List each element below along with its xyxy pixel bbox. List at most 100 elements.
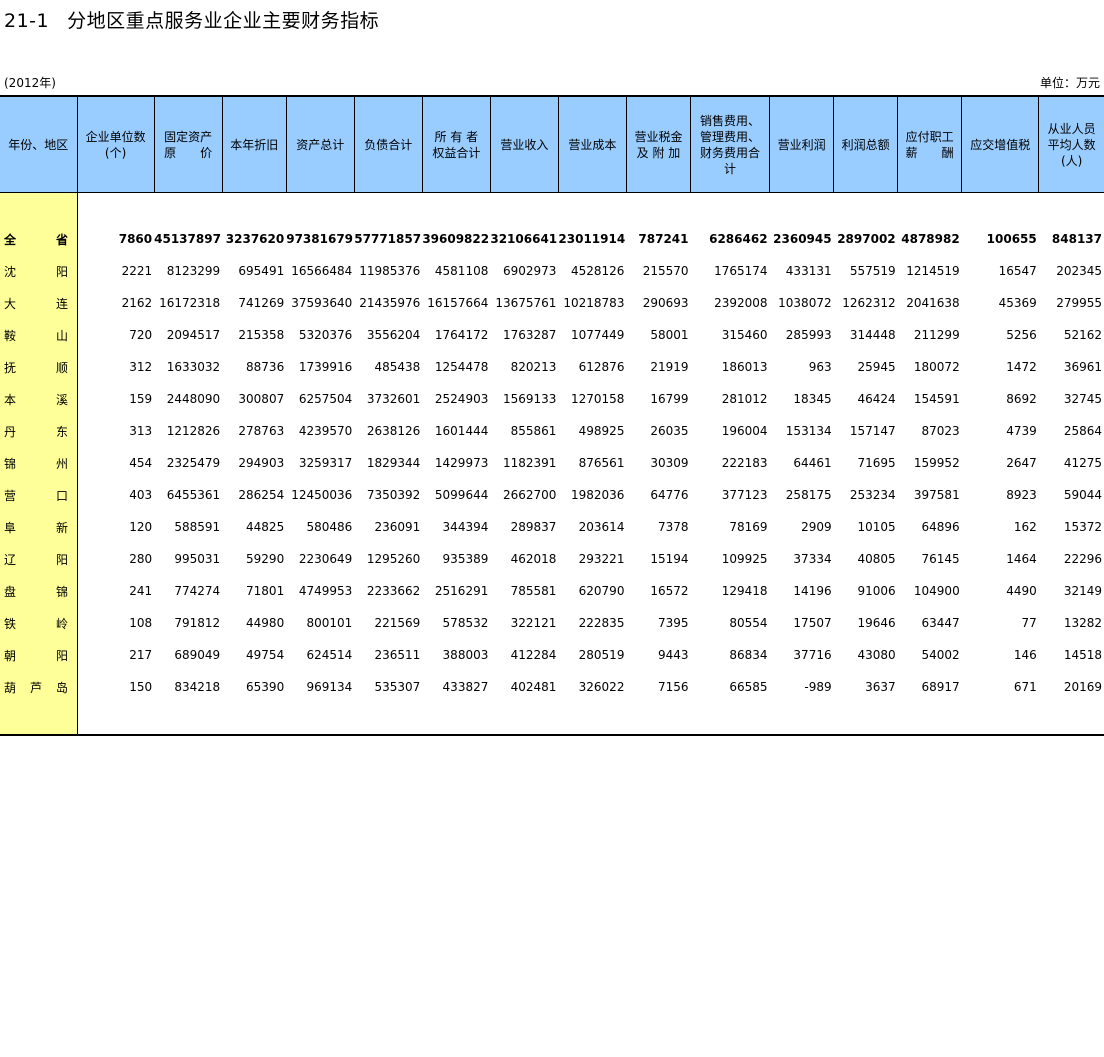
column-header: 企业单位数 (个) [76, 96, 155, 193]
value-cell: 7350392 [366, 488, 421, 502]
value-cell: 624514 [306, 648, 353, 662]
table-row: 大连 2162 16172318 741269 37593640 21435976 1615… [0, 287, 1104, 319]
value-cell: 580486 [306, 520, 353, 534]
column-header-line: 利润总额 [841, 137, 890, 152]
value-cell: 109925 [721, 552, 768, 566]
value-cell: 2909 [801, 520, 832, 534]
value-cell: 236511 [374, 648, 421, 662]
value-cell: 37593640 [291, 296, 353, 310]
value-cell: 2325479 [166, 456, 221, 470]
table-row: 朝阳 217 689049 49754 624514 236511 388003 412284… [0, 639, 1104, 671]
value-cell: 91006 [857, 584, 896, 598]
spacer-cell [898, 703, 962, 735]
spacer-cell [286, 193, 354, 224]
value-cell: 64896 [921, 520, 960, 534]
spacer-cell [354, 193, 422, 224]
value-cell: 196004 [721, 424, 768, 438]
spacer-cell [558, 703, 626, 735]
column-header-line: 原 价 [164, 145, 213, 160]
value-cell: 402481 [510, 680, 557, 694]
value-cell: -989 [804, 680, 832, 694]
column-header: 负债合计 [353, 96, 423, 193]
value-cell: 146 [1013, 648, 1037, 662]
value-cell: 1829344 [366, 456, 421, 470]
spacer-cell [0, 192, 78, 223]
value-cell: 2448090 [166, 392, 221, 406]
value-cell: 774274 [174, 584, 221, 598]
spacer-cell [490, 193, 558, 224]
region-char: 阳 [55, 648, 68, 663]
spacer-cell [286, 703, 354, 735]
value-cell: 15194 [650, 552, 689, 566]
spacer-cell [422, 193, 490, 224]
value-cell: 433131 [785, 264, 832, 278]
value-cell: 25945 [857, 360, 896, 374]
value-cell: 30309 [650, 456, 689, 470]
region-char: 山 [55, 328, 68, 343]
value-cell: 462018 [510, 552, 557, 566]
value-cell: 280519 [578, 648, 625, 662]
value-cell: 2662700 [502, 488, 557, 502]
value-cell: 2392008 [714, 296, 768, 310]
value-cell: 286254 [238, 488, 285, 502]
region-name: 大连 [4, 295, 68, 312]
table-row: 辽阳 280 995031 59290 2230649 1295260 935389 4620… [0, 543, 1104, 575]
region-char: 阳 [55, 552, 68, 567]
region-cell: 大连 [0, 287, 78, 319]
spacer-cell [834, 193, 898, 224]
value-cell: 14196 [793, 584, 832, 598]
column-header-line: 从业人员 [1047, 121, 1096, 136]
spacer-cell [154, 193, 222, 224]
value-cell: 344394 [442, 520, 489, 534]
value-cell: 313 [129, 424, 153, 438]
value-cell: 1982036 [571, 488, 625, 502]
value-cell: 36961 [1063, 360, 1102, 374]
value-cell: 388003 [442, 648, 489, 662]
region-cell: 铁岭 [0, 607, 78, 639]
value-cell: 6257504 [298, 392, 353, 406]
region-char: 沈 [4, 264, 17, 279]
value-cell: 19646 [857, 616, 896, 630]
value-cell: 1472 [1006, 360, 1037, 374]
value-cell: 1077449 [571, 328, 625, 342]
value-cell: 7378 [657, 520, 689, 534]
value-cell: 2162 [121, 296, 153, 310]
value-cell: 203614 [578, 520, 625, 534]
value-cell: 236091 [374, 520, 421, 534]
value-cell: 7395 [657, 616, 689, 630]
value-cell: 820213 [510, 360, 557, 374]
region-name: 本溪 [4, 391, 68, 408]
value-cell: 800101 [306, 616, 353, 630]
value-cell: 620790 [578, 584, 625, 598]
column-header: 资产总计 [285, 96, 355, 193]
value-cell: 13282 [1063, 616, 1102, 630]
value-cell: 45369 [998, 296, 1037, 310]
value-cell: 314448 [849, 328, 896, 342]
value-cell: 21919 [650, 360, 689, 374]
spacer-cell [834, 703, 898, 735]
value-cell: 6286462 [709, 232, 768, 246]
table-row: 沈阳 2221 8123299 695491 16566484 11985376 45811… [0, 255, 1104, 287]
column-header: 年份、地区 [0, 96, 78, 193]
value-cell: 16572 [650, 584, 689, 598]
value-cell: 78169 [729, 520, 768, 534]
column-header: 营业成本 [557, 96, 627, 193]
value-cell: 76145 [921, 552, 960, 566]
column-header: 固定资产原 价 [153, 96, 223, 193]
value-cell: 10218783 [563, 296, 625, 310]
value-cell: 258175 [785, 488, 832, 502]
value-cell: 43080 [857, 648, 896, 662]
spacer-cell [691, 193, 770, 224]
region-char: 锦 [55, 584, 68, 599]
value-cell: 59044 [1063, 488, 1102, 502]
value-cell: 2524903 [434, 392, 489, 406]
region-name: 朝阳 [4, 647, 68, 664]
value-cell: 6455361 [166, 488, 221, 502]
column-header: 营业收入 [489, 96, 559, 193]
value-cell: 87023 [921, 424, 960, 438]
region-char: 葫 [4, 680, 17, 695]
value-cell: 222183 [721, 456, 768, 470]
column-header: 应交增值税 [961, 96, 1039, 193]
value-cell: 25864 [1063, 424, 1102, 438]
spacer-cell [222, 703, 286, 735]
